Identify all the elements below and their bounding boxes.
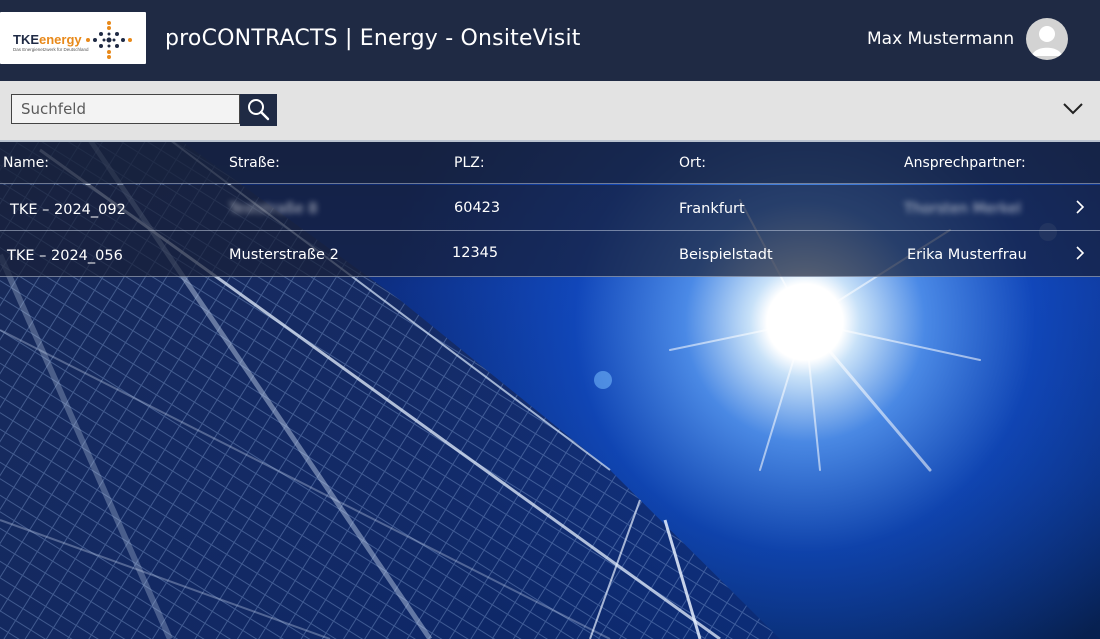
table-row[interactable]: TKE – 2024_092 Teststraße 8 60423 Frankf… xyxy=(0,185,1100,231)
cell-zip: 12345 xyxy=(452,245,499,261)
search-input[interactable] xyxy=(11,94,240,124)
cell-city: Frankfurt xyxy=(679,201,745,217)
user-avatar-icon[interactable] xyxy=(1026,18,1068,60)
search-bar xyxy=(0,81,1100,142)
company-logo[interactable]: TKEenergy Das Energienetzwerk für Deutsc… xyxy=(0,12,146,64)
cell-contact: Thorsten Merkel xyxy=(904,201,1022,217)
logo-wordmark: TKEenergy xyxy=(13,32,82,47)
column-header-city[interactable]: Ort: xyxy=(679,155,706,171)
cell-street: Teststraße 8 xyxy=(229,201,318,217)
column-header-name[interactable]: Name: xyxy=(3,155,49,171)
app-title: proCONTRACTS | Energy - OnsiteVisit xyxy=(165,26,581,51)
table-header: Name: Straße: PLZ: Ort: Ansprechpartner: xyxy=(0,142,1100,184)
column-header-zip[interactable]: PLZ: xyxy=(454,155,485,171)
search-button[interactable] xyxy=(240,94,277,126)
table-row[interactable]: TKE – 2024_056 Musterstraße 2 12345 Beis… xyxy=(0,231,1100,277)
chevron-right-icon[interactable] xyxy=(1075,199,1085,215)
cell-contact: Erika Musterfrau xyxy=(907,247,1027,263)
app-header: TKEenergy Das Energienetzwerk für Deutsc… xyxy=(0,0,1100,81)
logo-network-icon xyxy=(86,21,132,59)
column-header-contact[interactable]: Ansprechpartner: xyxy=(904,155,1026,171)
cell-name: TKE – 2024_056 xyxy=(7,248,123,264)
cell-zip: 60423 xyxy=(454,200,501,216)
search-icon xyxy=(248,99,270,121)
chevron-right-icon[interactable] xyxy=(1075,245,1085,261)
cell-city: Beispielstadt xyxy=(679,247,773,263)
cell-street: Musterstraße 2 xyxy=(229,247,339,263)
cell-name: TKE – 2024_092 xyxy=(10,202,126,218)
chevron-down-icon[interactable] xyxy=(1062,100,1084,116)
user-name[interactable]: Max Mustermann xyxy=(867,29,1014,49)
logo-tagline: Das Energienetzwerk für Deutschland xyxy=(13,47,89,52)
column-header-street[interactable]: Straße: xyxy=(229,155,280,171)
